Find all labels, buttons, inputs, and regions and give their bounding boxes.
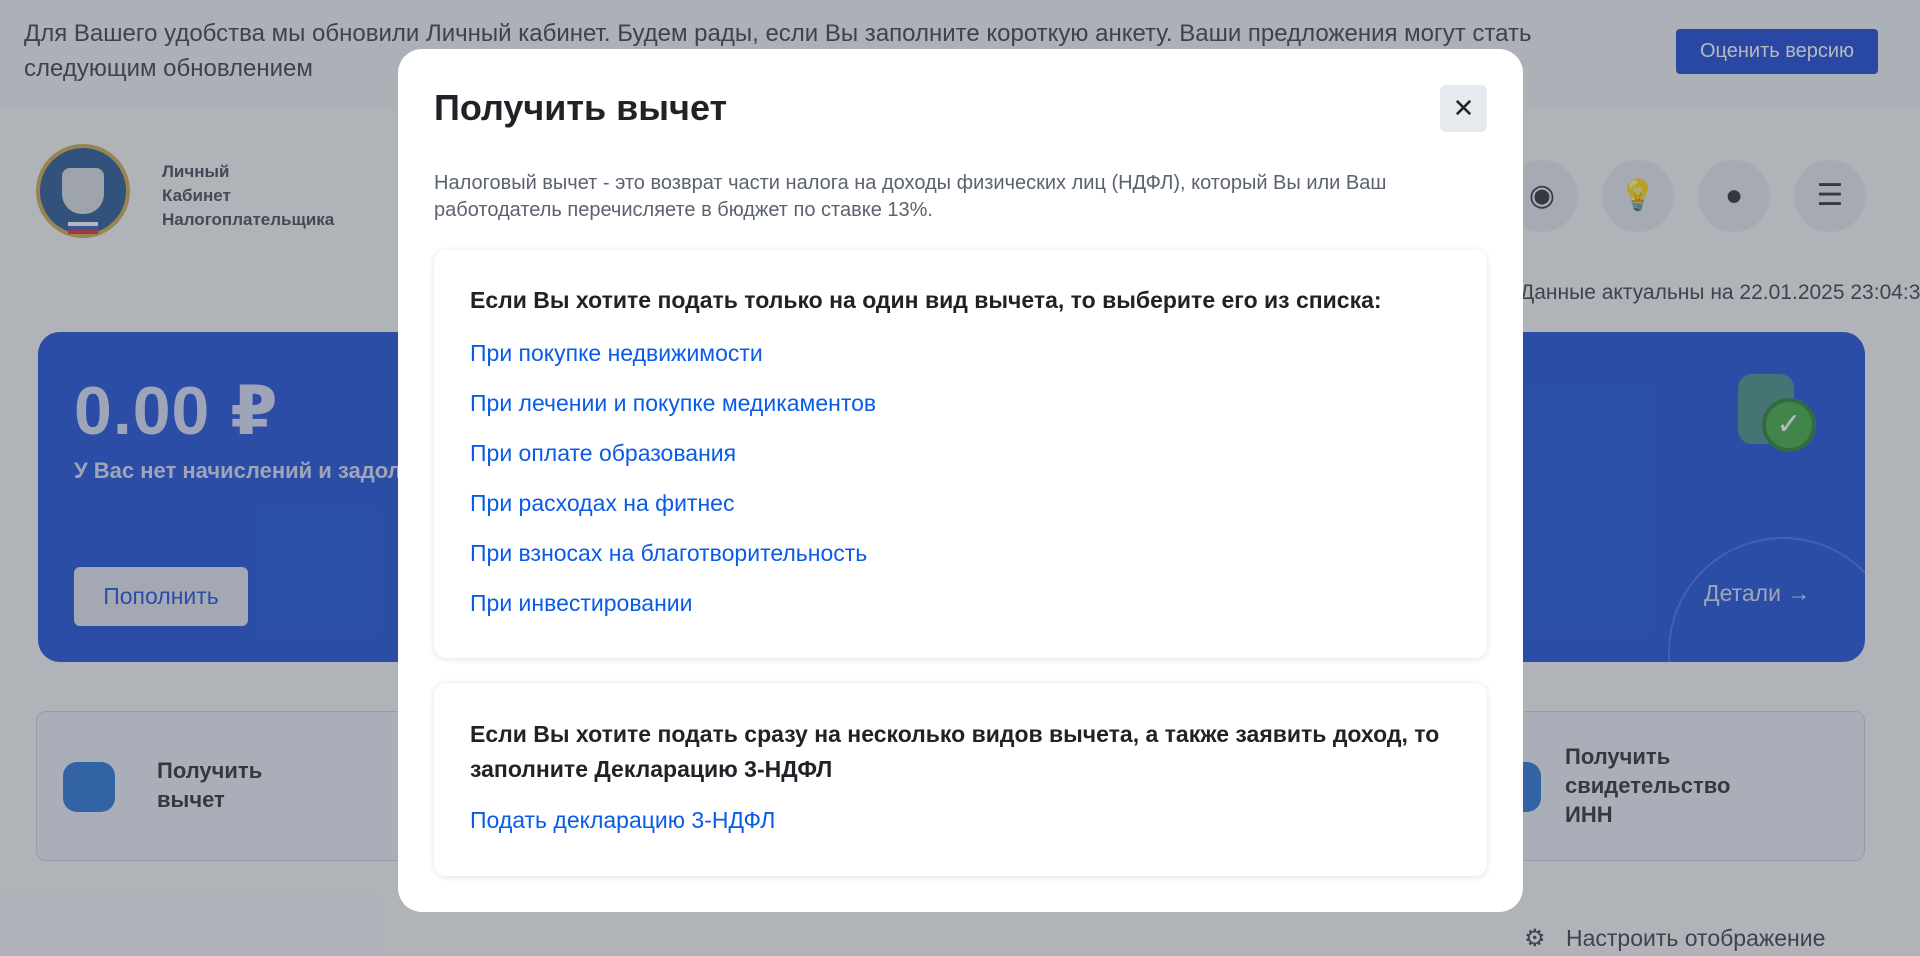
- close-button[interactable]: ✕: [1440, 85, 1487, 132]
- link-education[interactable]: При оплате образования: [470, 440, 736, 467]
- section-heading: Если Вы хотите подать сразу на несколько…: [470, 721, 1440, 782]
- modal-title: Получить вычет: [434, 87, 728, 128]
- single-deduction-section: Если Вы хотите подать только на один вид…: [434, 250, 1487, 658]
- deduction-modal: Получить вычет ✕ Налоговый вычет - это в…: [398, 49, 1523, 912]
- multiple-deduction-section: Если Вы хотите подать сразу на несколько…: [434, 683, 1487, 876]
- link-medical[interactable]: При лечении и покупке медикаментов: [470, 390, 876, 417]
- modal-description: Налоговый вычет - это возврат части нало…: [434, 172, 1387, 221]
- link-fitness[interactable]: При расходах на фитнес: [470, 490, 734, 517]
- link-real-estate[interactable]: При покупке недвижимости: [470, 340, 763, 367]
- link-declaration-3ndfl[interactable]: Подать декларацию 3-НДФЛ: [470, 807, 775, 834]
- link-investing[interactable]: При инвестировании: [470, 590, 692, 617]
- link-charity[interactable]: При взносах на благотворительность: [470, 540, 867, 567]
- section-heading: Если Вы хотите подать только на один вид…: [470, 287, 1382, 313]
- close-icon: ✕: [1452, 93, 1475, 123]
